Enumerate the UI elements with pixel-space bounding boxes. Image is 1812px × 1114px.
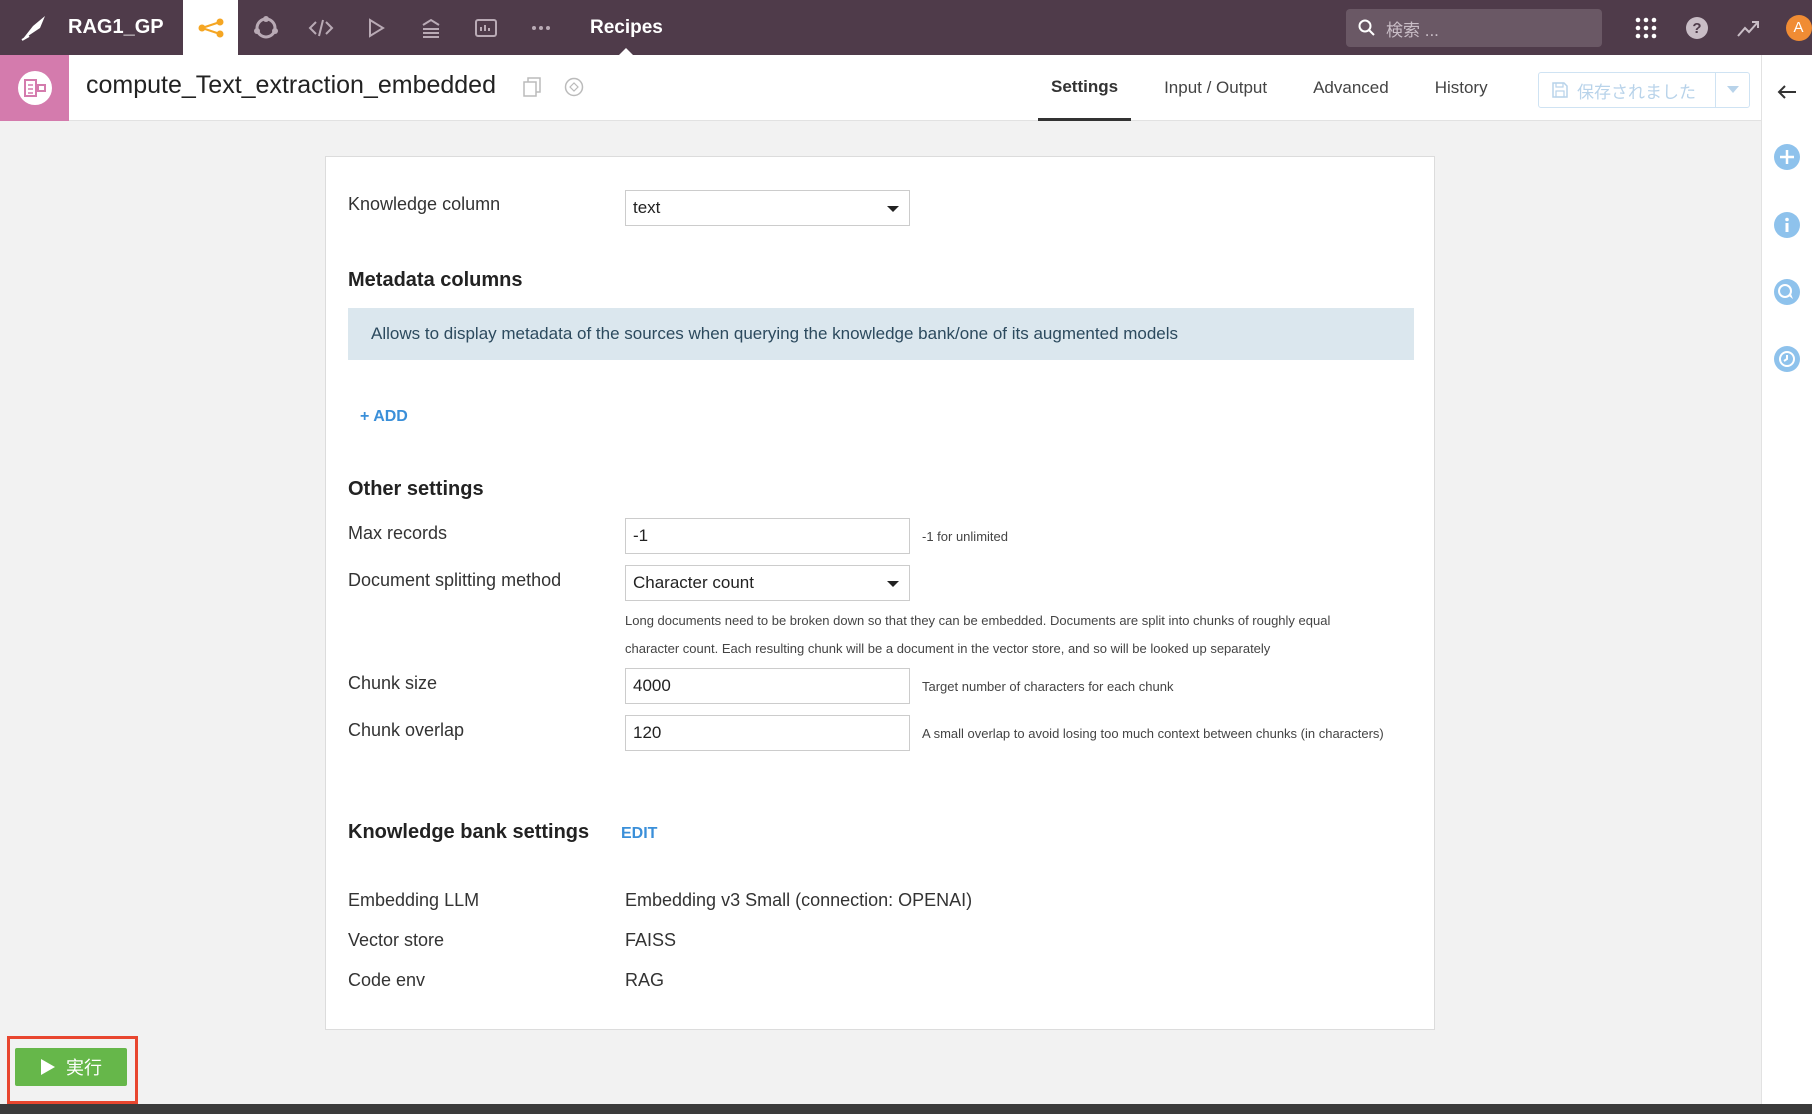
flow-icon[interactable]: [183, 0, 238, 55]
edit-knowledge-bank-button[interactable]: EDIT: [621, 825, 657, 843]
splitting-hint-line-1: Long documents need to be broken down so…: [625, 613, 1331, 628]
knowledge-column-label: Knowledge column: [348, 194, 501, 214]
knowledge-bank-settings-title: Knowledge bank settings: [348, 821, 590, 843]
metadata-info-text: Allows to display metadata of the source…: [371, 324, 1179, 343]
project-name[interactable]: RAG1_GP: [68, 0, 183, 55]
max-records-label: Max records: [348, 523, 448, 543]
bottom-edge: [0, 1104, 1812, 1114]
chunk-overlap-label: Chunk overlap: [348, 720, 465, 740]
save-dropdown-chevron-down-icon[interactable]: [1715, 73, 1749, 107]
metadata-info-box: Allows to display metadata of the source…: [348, 308, 1414, 360]
deploy-icon[interactable]: [403, 0, 458, 55]
splitting-method-label: Document splitting method: [348, 570, 562, 590]
run-button-highlight: 実行: [7, 1036, 138, 1104]
knowledge-column-value: text: [633, 198, 661, 217]
nav-section-title[interactable]: Recipes: [590, 0, 663, 55]
vector-store-value: FAISS: [625, 930, 677, 950]
tab-input-output[interactable]: Input / Output: [1151, 55, 1280, 121]
search-input[interactable]: 検索 ...: [1346, 9, 1602, 47]
chunk-size-input[interactable]: 4000: [625, 668, 910, 704]
recipe-name[interactable]: compute_Text_extraction_embedded: [86, 71, 496, 100]
save-label: 保存されました: [1577, 82, 1696, 102]
recipe-header: compute_Text_extraction_embedded Setting…: [0, 55, 1761, 121]
discussions-icon[interactable]: [1772, 277, 1802, 307]
copy-icon[interactable]: [523, 77, 541, 102]
knowledge-column-select[interactable]: text: [625, 190, 910, 226]
metadata-columns-title: Metadata columns: [348, 269, 523, 291]
tab-advanced[interactable]: Advanced: [1300, 55, 1402, 121]
info-circle-icon[interactable]: [1772, 210, 1802, 240]
apps-grid-icon[interactable]: [1620, 0, 1671, 55]
tab-settings[interactable]: Settings: [1038, 55, 1132, 121]
other-settings-title: Other settings: [348, 478, 484, 500]
chevron-down-icon: [887, 206, 899, 212]
svg-text:?: ?: [1692, 20, 1701, 37]
more-icon[interactable]: [513, 0, 568, 55]
code-env-label: Code env: [348, 970, 426, 990]
splitting-method-hint: Long documents need to be broken down so…: [625, 607, 1415, 663]
splitting-method-value: Character count: [633, 573, 754, 592]
help-icon[interactable]: ?: [1671, 0, 1722, 55]
recipe-tabs: Settings Input / Output Advanced History: [1038, 55, 1521, 121]
top-nav: RAG1_GP Recipes 検索 ... ? A: [0, 0, 1812, 55]
run-label: 実行: [66, 1058, 102, 1078]
save-button[interactable]: 保存されました: [1539, 73, 1715, 107]
lab-icon[interactable]: [238, 0, 293, 55]
dashboard-icon[interactable]: [458, 0, 513, 55]
run-icon[interactable]: [348, 0, 403, 55]
chunk-size-hint: Target number of characters for each chu…: [922, 679, 1174, 694]
right-rail: [1761, 55, 1812, 1114]
chunk-overlap-hint: A small overlap to avoid losing too much…: [922, 726, 1384, 741]
add-circle-icon[interactable]: [1772, 142, 1802, 172]
max-records-input[interactable]: -1: [625, 518, 910, 554]
back-arrow-icon[interactable]: [1772, 77, 1802, 107]
save-button-group: 保存されました: [1538, 72, 1750, 108]
code-env-value: RAG: [625, 970, 665, 990]
chevron-down-icon: [887, 581, 899, 587]
recipe-type-icon: [0, 55, 69, 121]
save-icon: [1552, 82, 1568, 98]
trend-icon[interactable]: [1722, 0, 1773, 55]
run-button[interactable]: 実行: [15, 1048, 127, 1086]
tab-history[interactable]: History: [1422, 55, 1501, 121]
timeline-clock-icon[interactable]: [1772, 344, 1802, 374]
vector-store-label: Vector store: [348, 930, 445, 950]
chunk-size-label: Chunk size: [348, 673, 438, 693]
dataiku-logo-icon[interactable]: [0, 0, 68, 55]
embedding-llm-label: Embedding LLM: [348, 890, 480, 910]
splitting-hint-line-2: character count. Each resulting chunk wi…: [625, 641, 1271, 656]
splitting-method-select[interactable]: Character count: [625, 565, 910, 601]
history-badge-icon[interactable]: [564, 77, 584, 102]
user-avatar[interactable]: A: [1773, 0, 1812, 55]
search-icon: [1358, 19, 1375, 36]
code-icon[interactable]: [293, 0, 348, 55]
play-icon: [41, 1059, 55, 1075]
chunk-overlap-input[interactable]: 120: [625, 715, 910, 751]
embedding-llm-value: Embedding v3 Small (connection: OPENAI): [625, 890, 973, 910]
add-metadata-button[interactable]: + ADD: [360, 408, 408, 426]
search-placeholder: 検索 ...: [1386, 20, 1439, 40]
max-records-hint: -1 for unlimited: [922, 529, 1008, 544]
settings-panel: Knowledge column text Metadata columns A…: [325, 156, 1435, 1030]
